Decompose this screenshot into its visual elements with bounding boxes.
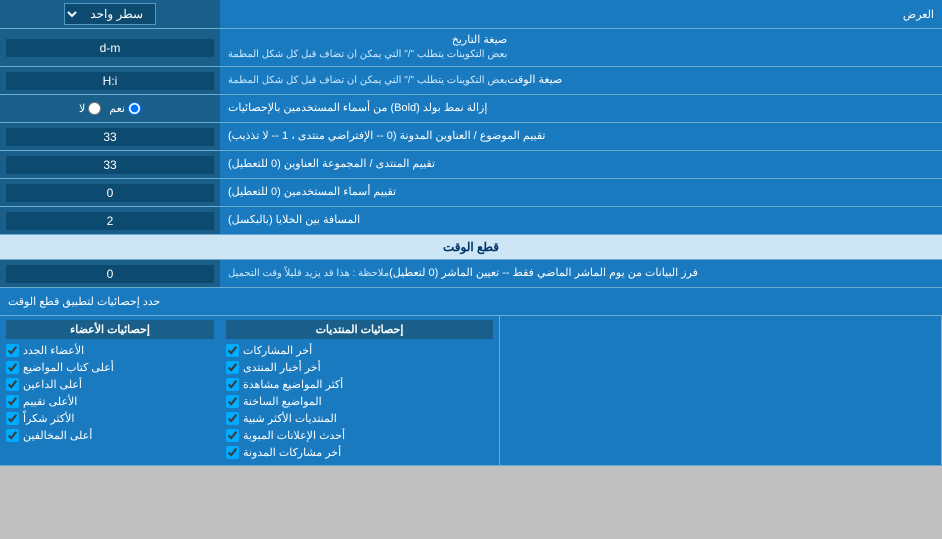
bold-yes-radio[interactable] <box>128 102 141 115</box>
cell-distance-label: المسافة بين الخلايا (بالبكسل) <box>220 207 942 234</box>
cb-most-popular-forums[interactable] <box>226 412 239 425</box>
display-select-wrapper[interactable]: سطر واحد سطرين ثلاثة أسطر <box>0 0 220 28</box>
cb-top-inviters[interactable] <box>6 378 19 391</box>
stats-forums-item-6: أحدث الإعلانات المبوية <box>226 427 493 444</box>
stats-apply-row: حدد إحصائيات لتطبيق قطع الوقت <box>0 288 942 316</box>
stats-forums-item-7: أخر مشاركات المدونة <box>226 444 493 461</box>
forum-order-label: تقييم المنتدى / المجموعة العناوين (0 للت… <box>220 151 942 178</box>
forum-order-row: تقييم المنتدى / المجموعة العناوين (0 للت… <box>0 151 942 179</box>
time-format-input-wrapper[interactable] <box>0 67 220 94</box>
date-format-row: صيغة التاريخبعض التكوينات يتطلب "/" التي… <box>0 29 942 67</box>
cutoff-sublabel: ملاحظة : هذا قد يزيد قليلاً وقت التحميل <box>228 267 389 281</box>
cb-new-members[interactable] <box>6 344 19 357</box>
users-order-input[interactable] <box>6 184 214 202</box>
cb-last-news[interactable] <box>226 361 239 374</box>
stats-apply-text: حدد إحصائيات لتطبيق قطع الوقت <box>8 295 160 308</box>
bold-remove-radio-wrapper: نعم لا <box>0 95 220 122</box>
date-format-label: صيغة التاريخبعض التكوينات يتطلب "/" التي… <box>220 29 942 66</box>
bold-radio-group: نعم لا <box>79 102 141 115</box>
stats-forums-header: إحصائيات المنتديات <box>226 320 493 339</box>
stats-members-item-6: أعلى المخالفين <box>6 427 214 444</box>
cell-distance-input[interactable] <box>6 212 214 230</box>
cutoff-title: قطع الوقت <box>443 240 499 254</box>
date-format-input[interactable] <box>6 39 214 57</box>
cb-top-rated[interactable] <box>6 395 19 408</box>
cb-last-blog-posts[interactable] <box>226 446 239 459</box>
display-select[interactable]: سطر واحد سطرين ثلاثة أسطر <box>64 3 156 25</box>
stats-col-forums: إحصائيات المنتديات أخر المشاركات أخر أخب… <box>220 316 500 465</box>
time-format-row: صيغة الوقتبعض التكوينات يتطلب "/" التي ي… <box>0 67 942 95</box>
stats-columns: إحصائيات المنتديات أخر المشاركات أخر أخب… <box>0 316 942 466</box>
cutoff-label: فرز البيانات من يوم الماشر الماضي فقط --… <box>220 260 942 287</box>
stats-members-item-1: الأعضاء الجدد <box>6 342 214 359</box>
stats-forums-item-5: المنتديات الأكثر شبية <box>226 410 493 427</box>
bold-yes-label[interactable]: نعم <box>109 102 141 115</box>
forum-order-input-wrapper[interactable] <box>0 151 220 178</box>
cutoff-row: فرز البيانات من يوم الماشر الماضي فقط --… <box>0 260 942 288</box>
users-order-label: تقييم أسماء المستخدمين (0 للتعطيل) <box>220 179 942 206</box>
display-row: العرض سطر واحد سطرين ثلاثة أسطر <box>0 0 942 29</box>
stats-forums-item-2: أخر أخبار المنتدى <box>226 359 493 376</box>
users-order-row: تقييم أسماء المستخدمين (0 للتعطيل) <box>0 179 942 207</box>
bold-remove-row: إزالة نمط بولد (Bold) من أسماء المستخدمي… <box>0 95 942 123</box>
date-format-input-wrapper[interactable] <box>0 29 220 66</box>
stats-left-area <box>500 316 942 465</box>
cutoff-input-wrapper[interactable] <box>0 260 220 287</box>
topic-order-row: تقييم الموضوع / العناوين المدونة (0 -- ا… <box>0 123 942 151</box>
bold-remove-label: إزالة نمط بولد (Bold) من أسماء المستخدمي… <box>220 95 942 122</box>
stats-members-item-2: أعلى كتاب المواضيع <box>6 359 214 376</box>
cb-last-posts[interactable] <box>226 344 239 357</box>
cutoff-input[interactable] <box>6 265 214 283</box>
cb-most-thanked[interactable] <box>6 412 19 425</box>
cutoff-section-header: قطع الوقت <box>0 235 942 260</box>
topic-order-input-wrapper[interactable] <box>0 123 220 150</box>
stats-forums-item-3: أكثر المواضيع مشاهدة <box>226 376 493 393</box>
cb-top-violators[interactable] <box>6 429 19 442</box>
stats-members-item-4: الأعلى تقييم <box>6 393 214 410</box>
time-format-label: صيغة الوقتبعض التكوينات يتطلب "/" التي ي… <box>220 67 942 94</box>
time-format-input[interactable] <box>6 72 214 90</box>
forum-order-input[interactable] <box>6 156 214 174</box>
stats-members-item-5: الأكثر شكراً <box>6 410 214 427</box>
topic-order-label: تقييم الموضوع / العناوين المدونة (0 -- ا… <box>220 123 942 150</box>
date-format-sub: بعض التكوينات يتطلب "/" التي يمكن ان تضا… <box>228 48 507 62</box>
cb-top-posters[interactable] <box>6 361 19 374</box>
topic-order-input[interactable] <box>6 128 214 146</box>
cb-hot-topics[interactable] <box>226 395 239 408</box>
display-label: العرض <box>220 4 942 25</box>
bold-no-radio[interactable] <box>88 102 101 115</box>
stats-members-item-3: أعلى الداعين <box>6 376 214 393</box>
cb-most-viewed[interactable] <box>226 378 239 391</box>
time-format-sub: بعض التكوينات يتطلب "/" التي يمكن ان تضا… <box>228 74 507 88</box>
stats-members-header: إحصائيات الأعضاء <box>6 320 214 339</box>
stats-forums-item-4: المواضيع الساخنة <box>226 393 493 410</box>
date-format-main: صيغة التاريخبعض التكوينات يتطلب "/" التي… <box>228 33 507 62</box>
bold-no-label[interactable]: لا <box>79 102 101 115</box>
stats-apply-label: حدد إحصائيات لتطبيق قطع الوقت <box>0 288 942 315</box>
cell-distance-input-wrapper[interactable] <box>0 207 220 234</box>
stats-col-members: إحصائيات الأعضاء الأعضاء الجدد أعلى كتاب… <box>0 316 220 465</box>
cell-distance-row: المسافة بين الخلايا (بالبكسل) <box>0 207 942 235</box>
stats-forums-item-1: أخر المشاركات <box>226 342 493 359</box>
cb-latest-classifieds[interactable] <box>226 429 239 442</box>
users-order-input-wrapper[interactable] <box>0 179 220 206</box>
